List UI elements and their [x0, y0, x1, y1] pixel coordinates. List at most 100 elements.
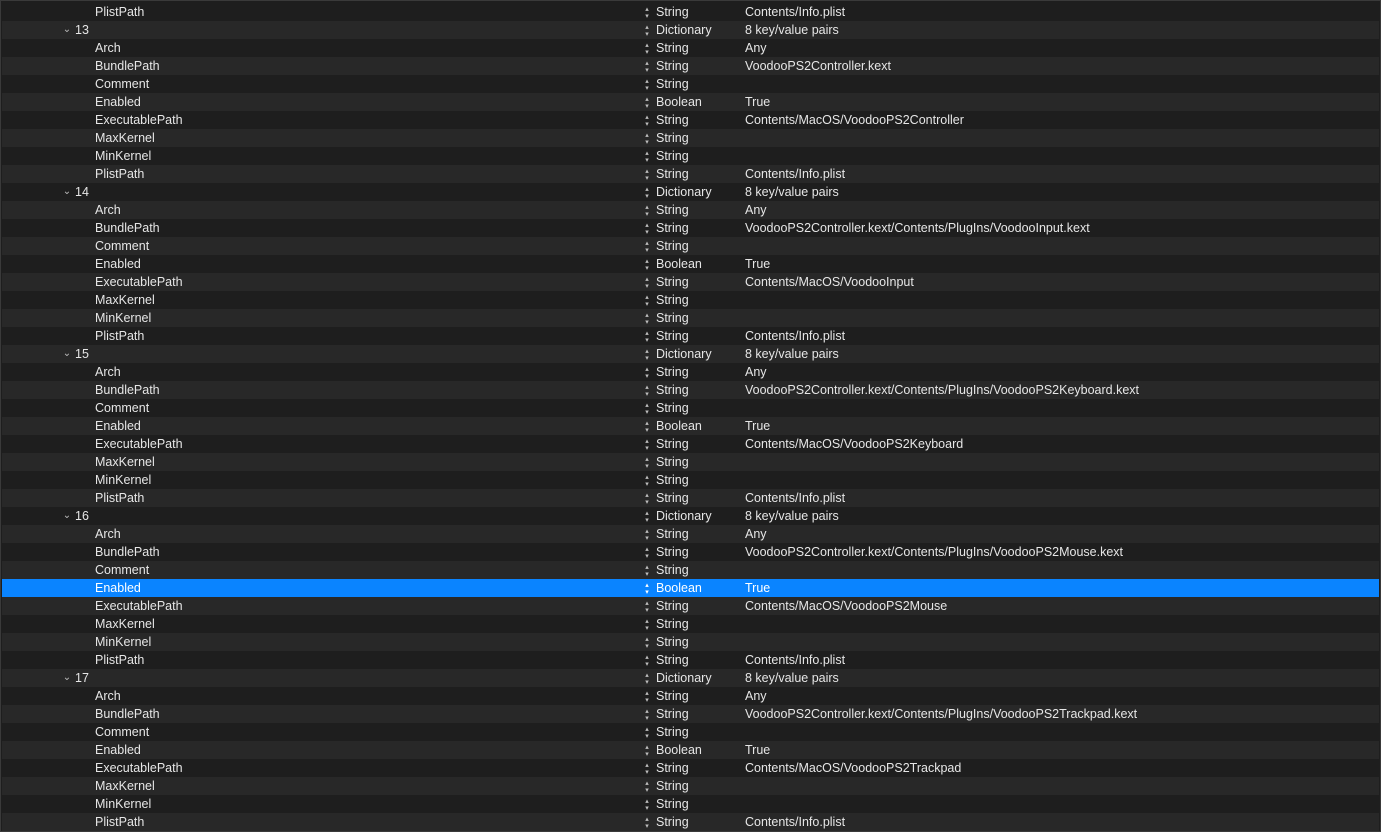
type-popup[interactable]: ▴▾ String: [643, 435, 689, 453]
chevron-down-icon[interactable]: ⌄: [61, 507, 73, 525]
key-cell[interactable]: MinKernel: [95, 147, 151, 165]
type-popup[interactable]: ▴▾ String: [643, 363, 689, 381]
type-popup[interactable]: ▴▾ String: [643, 489, 689, 507]
key-cell[interactable]: PlistPath: [95, 3, 144, 21]
chevron-down-icon[interactable]: ⌄: [61, 183, 73, 201]
value-cell[interactable]: Contents/Info.plist: [745, 489, 845, 507]
table-row[interactable]: Arch ▴▾ String Any: [2, 39, 1379, 57]
table-row[interactable]: Comment ▴▾ String: [2, 75, 1379, 93]
table-row[interactable]: MaxKernel ▴▾ String: [2, 129, 1379, 147]
table-row[interactable]: Arch ▴▾ String Any: [2, 363, 1379, 381]
table-row[interactable]: MinKernel ▴▾ String: [2, 309, 1379, 327]
value-cell[interactable]: Contents/Info.plist: [745, 165, 845, 183]
type-popup[interactable]: ▴▾ String: [643, 57, 689, 75]
key-cell[interactable]: BundlePath: [95, 543, 160, 561]
table-row[interactable]: PlistPath ▴▾ String Contents/Info.plist: [2, 3, 1379, 21]
table-row[interactable]: PlistPath ▴▾ String Contents/Info.plist: [2, 489, 1379, 507]
table-row[interactable]: Comment ▴▾ String: [2, 399, 1379, 417]
value-cell[interactable]: Contents/MacOS/VoodooPS2Keyboard: [745, 435, 963, 453]
table-row[interactable]: Comment ▴▾ String: [2, 561, 1379, 579]
key-cell[interactable]: MaxKernel: [95, 615, 155, 633]
type-popup[interactable]: ▴▾ Boolean: [643, 579, 702, 597]
value-cell[interactable]: 8 key/value pairs: [745, 183, 839, 201]
chevron-down-icon[interactable]: ⌄: [61, 21, 73, 39]
key-cell[interactable]: Enabled: [95, 255, 141, 273]
dictionary-row[interactable]: ⌄ 17 ▴▾ Dictionary 8 key/value pairs: [2, 669, 1379, 687]
table-row[interactable]: Enabled ▴▾ Boolean True: [2, 417, 1379, 435]
key-cell[interactable]: ExecutablePath: [95, 111, 183, 129]
key-cell[interactable]: PlistPath: [95, 165, 144, 183]
table-row[interactable]: ExecutablePath ▴▾ String Contents/MacOS/Voo…: [2, 111, 1379, 129]
key-cell[interactable]: MinKernel: [95, 633, 151, 651]
table-row[interactable]: ExecutablePath ▴▾ String Contents/MacOS/Voo…: [2, 435, 1379, 453]
key-cell[interactable]: Arch: [95, 363, 121, 381]
key-cell[interactable]: ExecutablePath: [95, 597, 183, 615]
value-cell[interactable]: VoodooPS2Controller.kext/Contents/PlugIn…: [745, 543, 1123, 561]
table-row[interactable]: MinKernel ▴▾ String: [2, 147, 1379, 165]
type-popup[interactable]: ▴▾ String: [643, 795, 689, 813]
dictionary-row[interactable]: ⌄ 15 ▴▾ Dictionary 8 key/value pairs: [2, 345, 1379, 363]
key-cell[interactable]: 16: [75, 507, 89, 525]
key-cell[interactable]: MaxKernel: [95, 129, 155, 147]
value-cell[interactable]: True: [745, 579, 770, 597]
table-row[interactable]: PlistPath ▴▾ String Contents/Info.plist: [2, 327, 1379, 345]
key-cell[interactable]: 13: [75, 21, 89, 39]
value-cell[interactable]: Contents/Info.plist: [745, 813, 845, 831]
key-cell[interactable]: Comment: [95, 399, 149, 417]
type-popup[interactable]: ▴▾ String: [643, 147, 689, 165]
value-cell[interactable]: Any: [745, 363, 767, 381]
type-popup[interactable]: ▴▾ String: [643, 237, 689, 255]
key-cell[interactable]: ExecutablePath: [95, 435, 183, 453]
type-popup[interactable]: ▴▾ Dictionary: [643, 345, 712, 363]
table-row[interactable]: MinKernel ▴▾ String: [2, 633, 1379, 651]
table-row[interactable]: MaxKernel ▴▾ String: [2, 777, 1379, 795]
type-popup[interactable]: ▴▾ String: [643, 705, 689, 723]
type-popup[interactable]: ▴▾ Boolean: [643, 417, 702, 435]
table-row[interactable]: ExecutablePath ▴▾ String Contents/MacOS/Voo…: [2, 273, 1379, 291]
value-cell[interactable]: 8 key/value pairs: [745, 669, 839, 687]
type-popup[interactable]: ▴▾ String: [643, 75, 689, 93]
table-row[interactable]: BundlePath ▴▾ String VoodooPS2Controller.ke…: [2, 705, 1379, 723]
table-row[interactable]: Arch ▴▾ String Any: [2, 687, 1379, 705]
key-cell[interactable]: Arch: [95, 39, 121, 57]
table-row[interactable]: Enabled ▴▾ Boolean True: [2, 93, 1379, 111]
key-cell[interactable]: Comment: [95, 237, 149, 255]
key-cell[interactable]: Comment: [95, 723, 149, 741]
table-row[interactable]: MaxKernel ▴▾ String: [2, 615, 1379, 633]
value-cell[interactable]: Any: [745, 39, 767, 57]
type-popup[interactable]: ▴▾ String: [643, 291, 689, 309]
type-popup[interactable]: ▴▾ String: [643, 399, 689, 417]
table-row[interactable]: ExecutablePath ▴▾ String Contents/MacOS/Voo…: [2, 759, 1379, 777]
value-cell[interactable]: True: [745, 741, 770, 759]
value-cell[interactable]: VoodooPS2Controller.kext: [745, 57, 891, 75]
table-row[interactable]: BundlePath ▴▾ String VoodooPS2Controller.ke…: [2, 219, 1379, 237]
table-row[interactable]: Enabled ▴▾ Boolean True: [2, 741, 1379, 759]
type-popup[interactable]: ▴▾ String: [643, 777, 689, 795]
table-row[interactable]: BundlePath ▴▾ String VoodooPS2Controller.ke…: [2, 57, 1379, 75]
value-cell[interactable]: Any: [745, 525, 767, 543]
key-cell[interactable]: Arch: [95, 201, 121, 219]
table-row[interactable]: MinKernel ▴▾ String: [2, 471, 1379, 489]
type-popup[interactable]: ▴▾ String: [643, 3, 689, 21]
type-popup[interactable]: ▴▾ String: [643, 723, 689, 741]
type-popup[interactable]: ▴▾ String: [643, 39, 689, 57]
table-row[interactable]: Arch ▴▾ String Any: [2, 525, 1379, 543]
type-popup[interactable]: ▴▾ Dictionary: [643, 21, 712, 39]
key-cell[interactable]: 14: [75, 183, 89, 201]
type-popup[interactable]: ▴▾ String: [643, 561, 689, 579]
type-popup[interactable]: ▴▾ String: [643, 219, 689, 237]
type-popup[interactable]: ▴▾ String: [643, 471, 689, 489]
type-popup[interactable]: ▴▾ String: [643, 597, 689, 615]
value-cell[interactable]: 8 key/value pairs: [745, 21, 839, 39]
table-row[interactable]: MaxKernel ▴▾ String: [2, 453, 1379, 471]
key-cell[interactable]: PlistPath: [95, 813, 144, 831]
type-popup[interactable]: ▴▾ String: [643, 273, 689, 291]
key-cell[interactable]: 15: [75, 345, 89, 363]
type-popup[interactable]: ▴▾ String: [643, 651, 689, 669]
type-popup[interactable]: ▴▾ String: [643, 813, 689, 831]
type-popup[interactable]: ▴▾ String: [643, 525, 689, 543]
value-cell[interactable]: Contents/MacOS/VoodooPS2Controller: [745, 111, 964, 129]
key-cell[interactable]: BundlePath: [95, 705, 160, 723]
chevron-down-icon[interactable]: ⌄: [61, 669, 73, 687]
chevron-down-icon[interactable]: ⌄: [61, 345, 73, 363]
